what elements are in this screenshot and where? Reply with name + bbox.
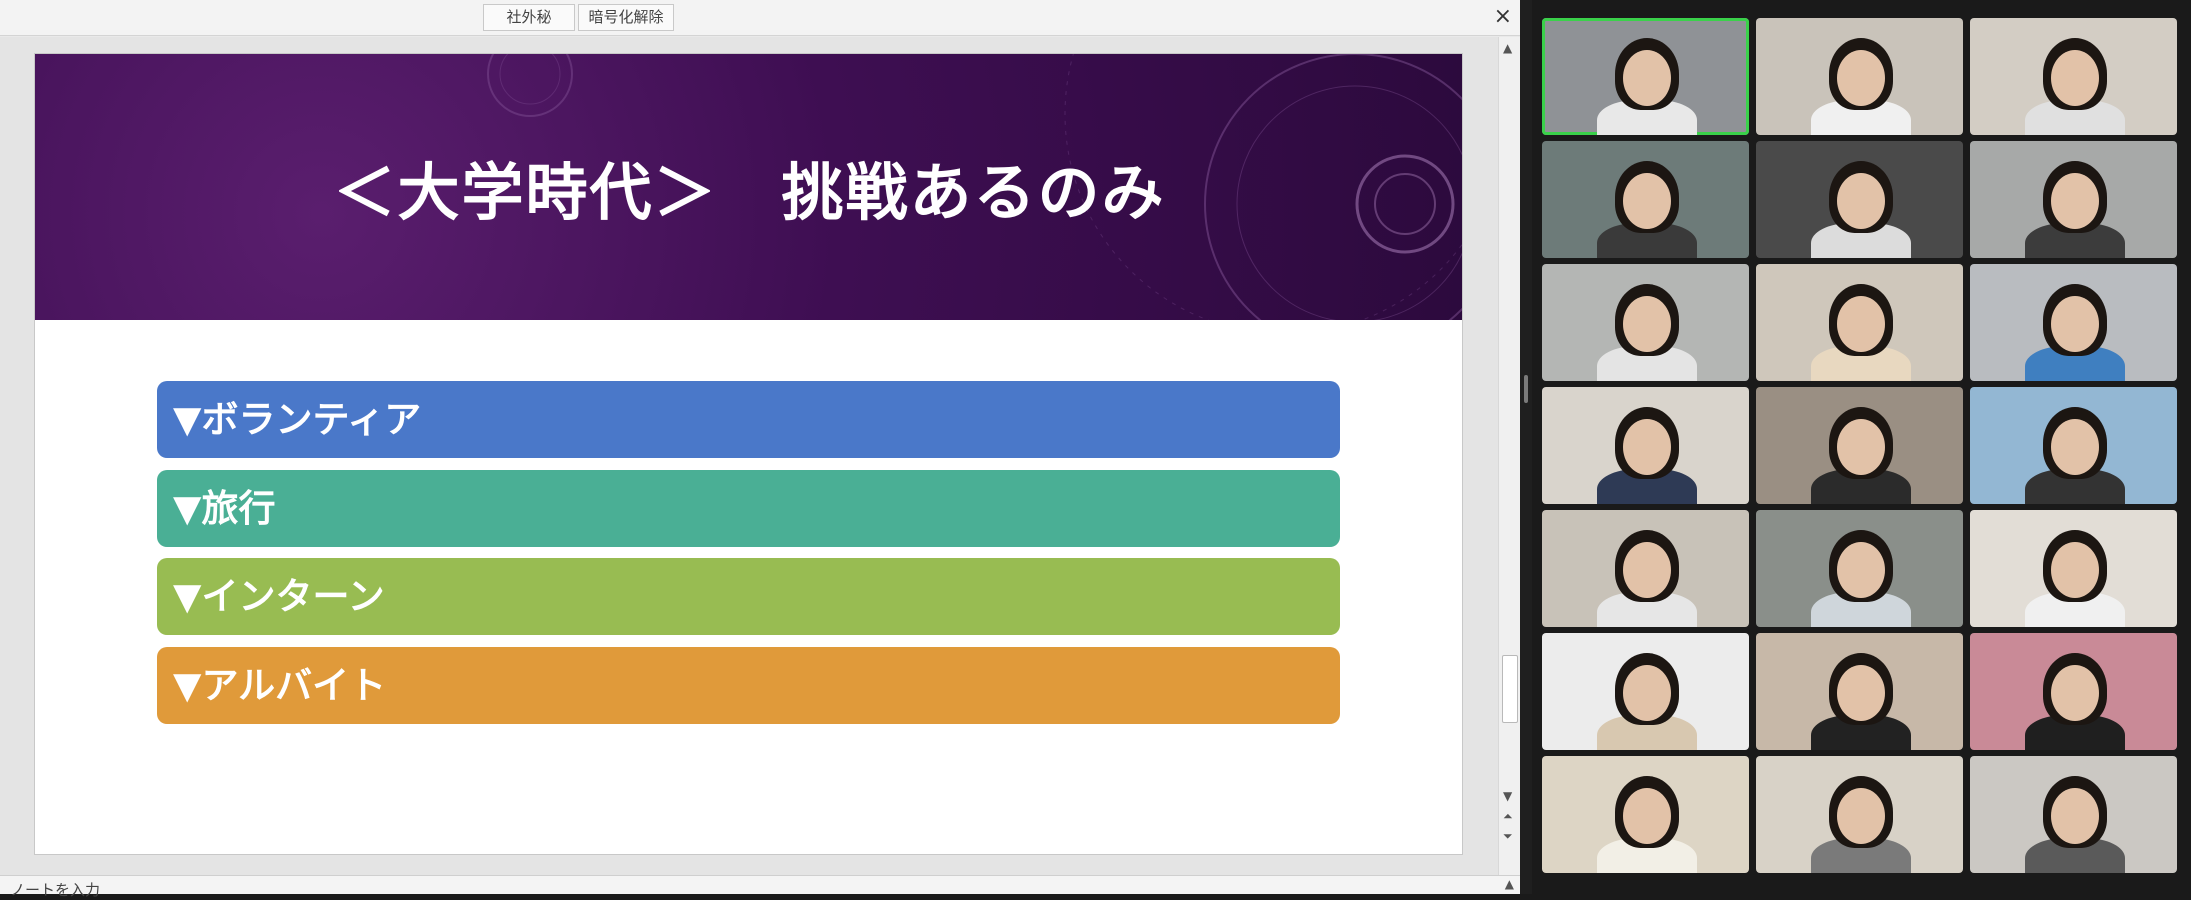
- participant-face: [1623, 50, 1671, 106]
- participant-face: [2051, 50, 2099, 106]
- participant-video-tile[interactable]: [1542, 264, 1749, 381]
- participant-video-tile[interactable]: [1542, 510, 1749, 627]
- participant-face: [1623, 173, 1671, 229]
- participant-face: [1623, 419, 1671, 475]
- participant-face: [2051, 419, 2099, 475]
- participant-video-tile[interactable]: [1542, 141, 1749, 258]
- bullet-part-time-job[interactable]: ▼アルバイト: [157, 647, 1340, 724]
- video-gallery: [1532, 0, 2191, 894]
- participant-video-tile[interactable]: [1970, 510, 2177, 627]
- participant-video-tile[interactable]: [1542, 18, 1749, 135]
- participant-face: [1837, 542, 1885, 598]
- participant-video-tile[interactable]: [1756, 264, 1963, 381]
- bullet-internship[interactable]: ▼インターン: [157, 558, 1340, 635]
- participant-face: [1623, 542, 1671, 598]
- participant-video-tile[interactable]: [1542, 387, 1749, 504]
- current-slide[interactable]: ＜大学時代＞ 挑戦あるのみ ▼ボランティア ▼旅行 ▼インターン ▼アルバイト: [34, 53, 1463, 855]
- notes-scroll-up-icon[interactable]: ▲: [1505, 877, 1514, 891]
- participant-video-tile[interactable]: [1970, 633, 2177, 750]
- participant-face: [1837, 788, 1885, 844]
- bullet-travel[interactable]: ▼旅行: [157, 470, 1340, 547]
- participant-face: [2051, 542, 2099, 598]
- notes-placeholder[interactable]: ノートを入力: [10, 879, 100, 900]
- participant-video-tile[interactable]: [1756, 18, 1963, 135]
- presentation-editor: 社外秘 暗号化解除 × ＜大学時代＞ 挑戦あるのみ ▼ボランティア ▼旅行 ▼イ…: [0, 0, 1520, 899]
- participant-video-tile[interactable]: [1542, 633, 1749, 750]
- decrypt-button[interactable]: 暗号化解除: [578, 4, 674, 31]
- participant-video-tile[interactable]: [1756, 756, 1963, 873]
- slide-title-banner: ＜大学時代＞ 挑戦あるのみ: [35, 54, 1462, 320]
- scroll-down-icon[interactable]: ▼: [1503, 789, 1512, 803]
- participant-face: [2051, 173, 2099, 229]
- close-icon[interactable]: ×: [1494, 4, 1512, 30]
- vertical-scrollbar[interactable]: ▲ ▼ ⏶ ⏷: [1498, 37, 1520, 875]
- participant-video-tile[interactable]: [1542, 756, 1749, 873]
- scrollbar-thumb[interactable]: [1502, 655, 1518, 723]
- participant-video-tile[interactable]: [1970, 18, 2177, 135]
- participant-video-tile[interactable]: [1756, 387, 1963, 504]
- participant-face: [2051, 665, 2099, 721]
- pane-divider[interactable]: [1520, 0, 1532, 894]
- sensitivity-toolbar: 社外秘 暗号化解除 ×: [0, 0, 1520, 36]
- participant-face: [2051, 788, 2099, 844]
- participant-video-tile[interactable]: [1756, 141, 1963, 258]
- participant-face: [1623, 296, 1671, 352]
- participant-video-tile[interactable]: [1970, 387, 2177, 504]
- participant-face: [1837, 173, 1885, 229]
- participant-video-tile[interactable]: [1970, 756, 2177, 873]
- notes-pane[interactable]: ノートを入力 ▲: [0, 875, 1520, 899]
- slide-title[interactable]: ＜大学時代＞ 挑戦あるのみ: [35, 54, 1462, 320]
- next-slide-icon[interactable]: ⏷: [1503, 829, 1513, 844]
- participant-video-tile[interactable]: [1756, 510, 1963, 627]
- divider-grip-handle[interactable]: [1524, 375, 1528, 403]
- participant-face: [1837, 296, 1885, 352]
- participant-video-tile[interactable]: [1756, 633, 1963, 750]
- participant-face: [1837, 665, 1885, 721]
- participant-face: [1623, 665, 1671, 721]
- scroll-up-icon[interactable]: ▲: [1503, 41, 1512, 55]
- previous-slide-icon[interactable]: ⏶: [1503, 809, 1513, 824]
- confidential-label-button[interactable]: 社外秘: [483, 4, 575, 31]
- participant-video-tile[interactable]: [1970, 141, 2177, 258]
- participant-face: [1623, 788, 1671, 844]
- participant-face: [2051, 296, 2099, 352]
- slide-canvas: ＜大学時代＞ 挑戦あるのみ ▼ボランティア ▼旅行 ▼インターン ▼アルバイト: [0, 37, 1498, 875]
- participant-video-tile[interactable]: [1970, 264, 2177, 381]
- participant-face: [1837, 50, 1885, 106]
- bullet-volunteer[interactable]: ▼ボランティア: [157, 381, 1340, 458]
- participant-face: [1837, 419, 1885, 475]
